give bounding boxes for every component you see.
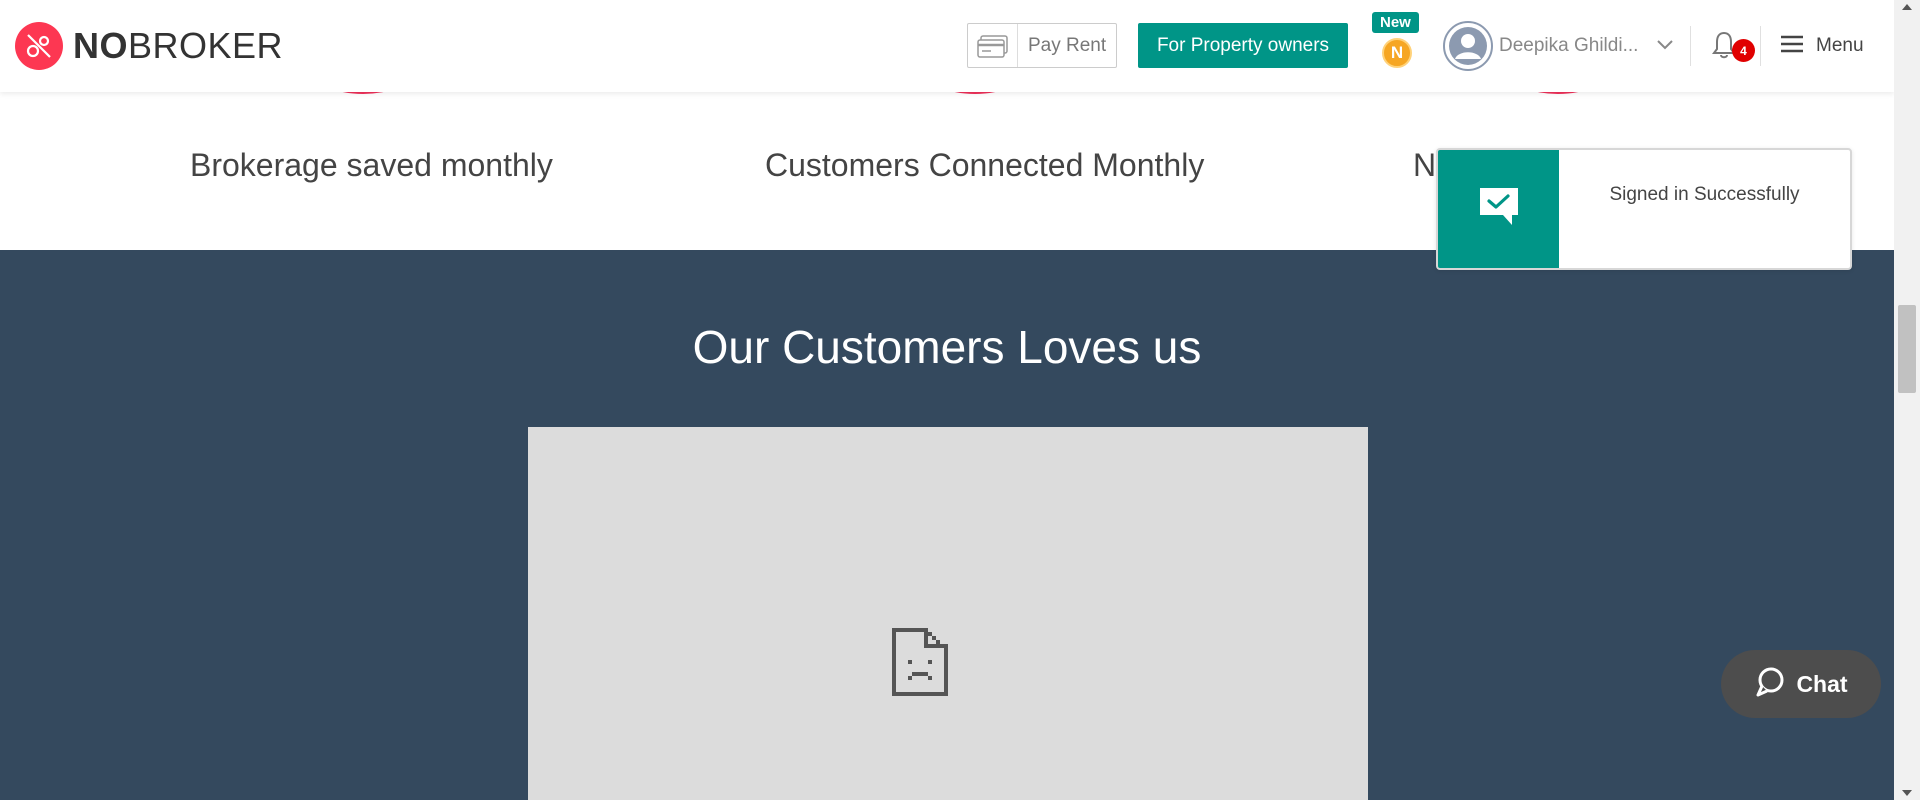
stat-label-brokerage: Brokerage saved monthly	[190, 147, 553, 183]
stat-label-customers: Customers Connected Monthly	[765, 147, 1205, 183]
user-avatar-icon	[1443, 21, 1493, 71]
testimonials-section: Our Customers Loves us	[0, 250, 1894, 800]
user-name: Deepika Ghildi...	[1499, 35, 1639, 56]
stat-label-partial: N	[1413, 147, 1437, 183]
header-divider	[1760, 26, 1761, 66]
header-divider	[1690, 26, 1691, 66]
notification-count-badge: 4	[1732, 39, 1755, 62]
section-title: Our Customers Loves us	[692, 321, 1202, 373]
credit-card-icon	[968, 24, 1018, 67]
menu-button[interactable]: Menu	[1780, 30, 1864, 62]
scroll-down-arrow-icon[interactable]	[1902, 790, 1912, 796]
broken-image-icon	[892, 628, 948, 701]
toast-icon-panel	[1438, 150, 1559, 268]
chat-bubble-icon	[1754, 666, 1786, 703]
top-header: NOBROKER Pay Rent For Property owners Ne…	[0, 0, 1894, 92]
logo-wordmark: NOBROKER	[73, 22, 283, 70]
pay-rent-button[interactable]: Pay Rent	[967, 23, 1117, 68]
user-profile-dropdown[interactable]: Deepika Ghildi...	[1443, 21, 1673, 71]
logo-text-no: NO	[73, 25, 128, 66]
hamburger-icon	[1780, 34, 1804, 59]
chevron-down-icon	[1657, 37, 1673, 55]
logo-text-broker: BROKER	[128, 25, 284, 66]
new-badge: New	[1372, 12, 1419, 33]
nobroker-logo-icon	[15, 22, 63, 70]
scrollbar-thumb[interactable]	[1898, 305, 1916, 393]
testimonial-media-frame[interactable]	[528, 427, 1368, 800]
toast-message: Signed in Successfully	[1609, 184, 1800, 205]
menu-label: Menu	[1816, 35, 1864, 56]
for-property-owners-button[interactable]: For Property owners	[1138, 23, 1348, 68]
n-coin-icon[interactable]: N	[1382, 38, 1412, 68]
signed-in-toast[interactable]: Signed in Successfully	[1436, 148, 1852, 270]
nobroker-logo[interactable]: NOBROKER	[15, 22, 283, 70]
scroll-up-arrow-icon[interactable]	[1902, 4, 1912, 10]
chat-label: Chat	[1796, 670, 1848, 697]
message-check-icon	[1476, 185, 1522, 234]
page-scrollbar[interactable]	[1894, 0, 1920, 800]
pay-rent-label: Pay Rent	[1028, 34, 1107, 56]
chat-button[interactable]: Chat	[1721, 650, 1881, 718]
